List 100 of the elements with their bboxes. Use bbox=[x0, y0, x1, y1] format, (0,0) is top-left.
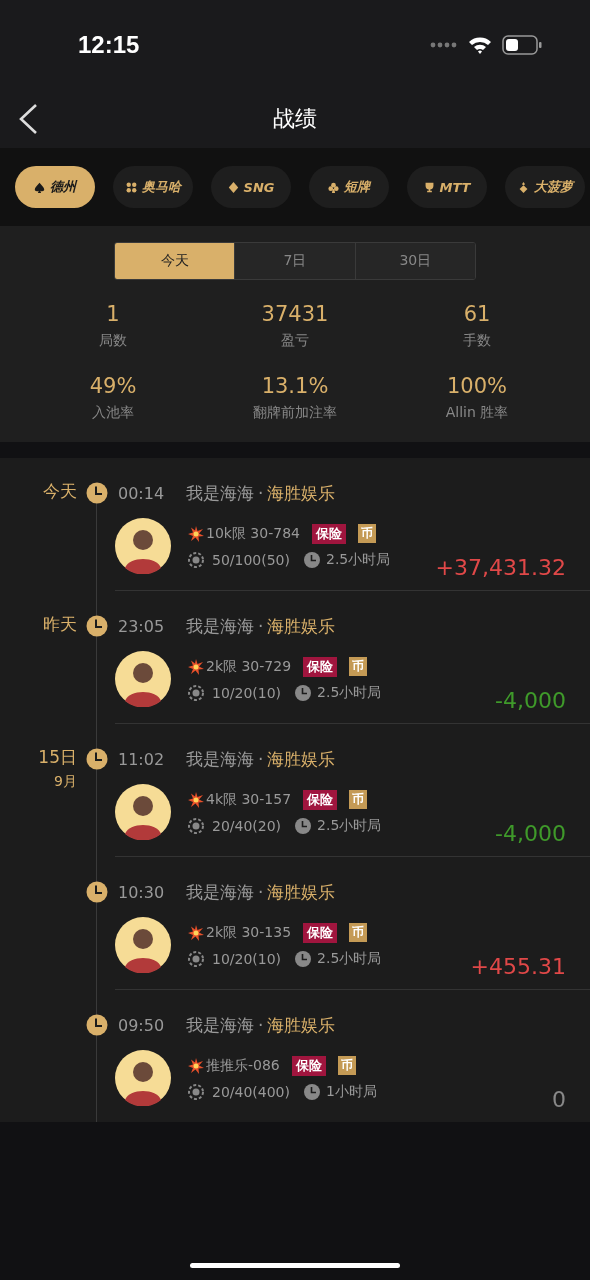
stat-label: 局数 bbox=[99, 332, 127, 350]
game-type-tab[interactable]: 大菠萝 bbox=[505, 166, 585, 208]
club-name: 海胜娱乐 bbox=[267, 747, 336, 771]
blinds-text: 20/40(400) bbox=[212, 1083, 290, 1100]
duration-text: 2.5小时局 bbox=[317, 816, 382, 835]
separator-dot: · bbox=[258, 483, 264, 503]
blinds-text: 50/100(50) bbox=[212, 551, 290, 568]
game-time: 00:14 bbox=[118, 483, 166, 503]
stat-label: 盈亏 bbox=[281, 332, 309, 350]
clock-icon bbox=[304, 1083, 320, 1100]
pineapple-icon bbox=[517, 181, 529, 193]
clock-icon bbox=[295, 684, 312, 701]
clock-icon bbox=[86, 881, 108, 903]
chip-icon bbox=[188, 950, 204, 967]
chip-icon bbox=[188, 817, 204, 834]
game-type-tab[interactable]: SNG bbox=[211, 166, 291, 208]
player-name: 我是海海 bbox=[186, 481, 254, 505]
game-type-tab[interactable]: 德州 bbox=[15, 166, 95, 208]
date-day: 今天 bbox=[43, 480, 77, 503]
period-tab[interactable]: 今天 bbox=[115, 243, 235, 279]
trophy-icon bbox=[423, 181, 435, 193]
coin-tag: 币 bbox=[349, 790, 368, 809]
signal-icon bbox=[430, 42, 458, 48]
stat-value: 61 bbox=[463, 302, 491, 326]
club-name: 海胜娱乐 bbox=[267, 1013, 336, 1037]
record-row[interactable]: 2k限 30-729 保险 币 10/20(10) 2.5小时局 -4,000 bbox=[115, 643, 590, 724]
clock-icon bbox=[295, 817, 312, 834]
table-name: 推推乐-086 bbox=[206, 1056, 280, 1075]
blinds-text: 10/20(10) bbox=[212, 684, 282, 701]
duration-text: 2.5小时局 bbox=[317, 683, 382, 702]
game-type-tab[interactable]: 奥马哈 bbox=[113, 166, 193, 208]
insurance-tag: 保险 bbox=[303, 656, 338, 677]
burst-icon bbox=[188, 525, 204, 542]
separator-dot: · bbox=[258, 749, 264, 769]
record-row[interactable]: 10k限 30-784 保险 币 50/100(50) 2.5小时局 +37,431.32 bbox=[115, 510, 590, 591]
burst-icon bbox=[188, 791, 204, 808]
clock-icon bbox=[86, 615, 108, 637]
stat-label: 翻牌前加注率 bbox=[253, 404, 337, 422]
stat-value: 37431 bbox=[261, 302, 329, 326]
chip-icon bbox=[188, 1083, 204, 1100]
player-name: 我是海海 bbox=[186, 614, 254, 638]
stat-label: 手数 bbox=[463, 332, 491, 350]
club-name: 海胜娱乐 bbox=[267, 481, 336, 505]
insurance-tag: 保险 bbox=[291, 1055, 326, 1076]
table-name: 10k限 30-784 bbox=[206, 524, 300, 543]
player-name: 我是海海 bbox=[186, 747, 254, 771]
game-time: 09:50 bbox=[118, 1015, 166, 1035]
avatar-icon bbox=[115, 917, 171, 973]
date-day: 15日 bbox=[38, 746, 77, 769]
clock-icon bbox=[86, 748, 108, 770]
coin-tag: 币 bbox=[357, 524, 376, 543]
period-tab[interactable]: 7日 bbox=[234, 243, 355, 279]
record-row[interactable]: 推推乐-086 保险 币 20/40(400) 1小时局 0 bbox=[115, 1042, 590, 1122]
avatar-icon bbox=[115, 651, 171, 707]
avatar-icon bbox=[115, 518, 171, 574]
duration-text: 1小时局 bbox=[326, 1082, 377, 1101]
clock-icon bbox=[86, 1014, 108, 1036]
table-name: 4k限 30-157 bbox=[206, 790, 292, 809]
duration-text: 2.5小时局 bbox=[326, 550, 391, 569]
separator-dot: · bbox=[258, 882, 264, 902]
club-icon bbox=[328, 181, 339, 193]
burst-icon bbox=[188, 658, 204, 675]
status-time: 12:15 bbox=[78, 31, 140, 59]
page-title: 战绩 bbox=[273, 105, 317, 133]
period-tab[interactable]: 30日 bbox=[354, 243, 475, 279]
coin-tag: 币 bbox=[349, 657, 368, 676]
club-name: 海胜娱乐 bbox=[267, 880, 336, 904]
avatar-icon bbox=[115, 784, 171, 840]
record-row[interactable]: 2k限 30-135 保险 币 10/20(10) 2.5小时局 +455.31 bbox=[115, 909, 590, 990]
stat-value: 100% bbox=[446, 374, 507, 398]
burst-icon bbox=[188, 1057, 204, 1074]
profit-amount: -4,000 bbox=[495, 688, 566, 713]
date-month: 9月 bbox=[54, 773, 77, 791]
suits-icon bbox=[125, 181, 137, 193]
profit-amount: +37,431.32 bbox=[435, 555, 566, 580]
game-type-tab[interactable]: 短牌 bbox=[309, 166, 389, 208]
clock-icon bbox=[295, 950, 312, 967]
stat-label: Allin 胜率 bbox=[445, 404, 509, 422]
separator-dot: · bbox=[258, 1015, 264, 1035]
stat-label: 入池率 bbox=[92, 404, 134, 422]
record-row[interactable]: 4k限 30-157 保险 币 20/40(20) 2.5小时局 -4,000 bbox=[115, 776, 590, 857]
game-type-tab[interactable]: MTT bbox=[407, 166, 487, 208]
chip-icon bbox=[188, 684, 204, 701]
blinds-text: 20/40(20) bbox=[212, 817, 282, 834]
battery-icon bbox=[502, 35, 542, 55]
club-name: 海胜娱乐 bbox=[267, 614, 336, 638]
profit-amount: -4,000 bbox=[495, 821, 566, 846]
blinds-text: 10/20(10) bbox=[212, 950, 282, 967]
insurance-tag: 保险 bbox=[303, 789, 338, 810]
clock-icon bbox=[86, 482, 108, 504]
insurance-tag: 保险 bbox=[311, 523, 346, 544]
insurance-tag: 保险 bbox=[303, 922, 338, 943]
clock-icon bbox=[304, 551, 320, 568]
coin-tag: 币 bbox=[349, 923, 368, 942]
avatar-icon bbox=[115, 1050, 171, 1106]
date-day: 昨天 bbox=[43, 613, 77, 636]
duration-text: 2.5小时局 bbox=[317, 949, 382, 968]
spade-icon bbox=[34, 181, 45, 193]
player-name: 我是海海 bbox=[186, 1013, 254, 1037]
game-time: 10:30 bbox=[118, 882, 166, 902]
